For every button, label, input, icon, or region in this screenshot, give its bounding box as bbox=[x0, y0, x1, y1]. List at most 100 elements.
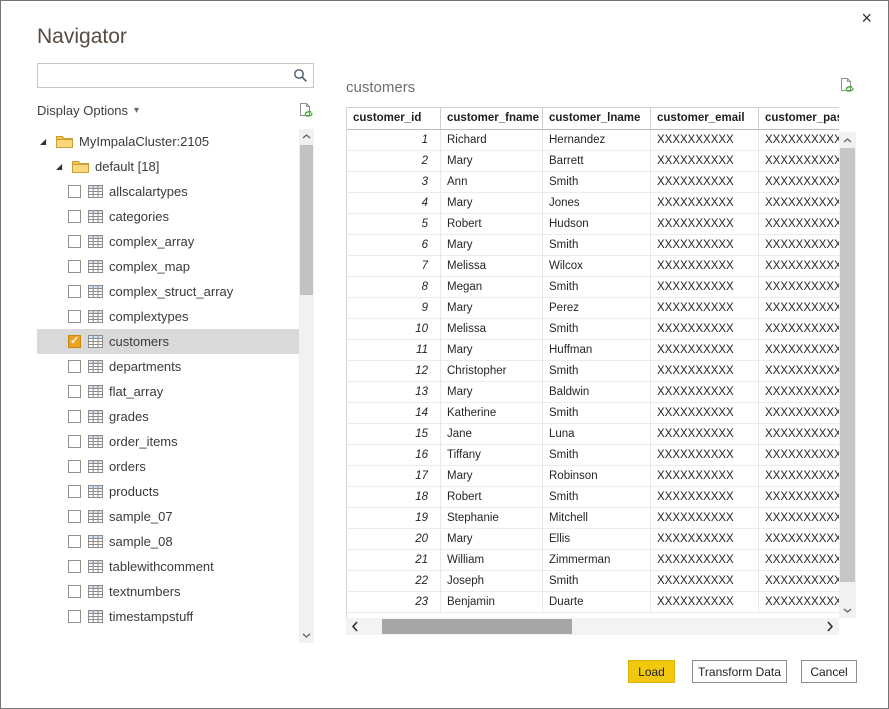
item-checkbox[interactable] bbox=[68, 610, 81, 623]
table-cell: XXXXXXXXXX bbox=[651, 256, 759, 276]
tree-item[interactable]: complextypes bbox=[37, 304, 299, 329]
cancel-button[interactable]: Cancel bbox=[801, 660, 857, 683]
tree-item[interactable]: categories bbox=[37, 204, 299, 229]
tree-item[interactable]: complex_array bbox=[37, 229, 299, 254]
tree-item[interactable]: allscalartypes bbox=[37, 179, 299, 204]
item-checkbox[interactable] bbox=[68, 210, 81, 223]
tree-item[interactable]: tablewithcomment bbox=[37, 554, 299, 579]
item-checkbox[interactable] bbox=[68, 310, 81, 323]
table-icon bbox=[88, 535, 103, 548]
tree-item-label: sample_08 bbox=[109, 534, 173, 549]
table-row: 5 Robert Hudson XXXXXXXXXX XXXXXXXXXX bbox=[347, 214, 839, 235]
tree-node-database[interactable]: ◢ default [18] bbox=[37, 154, 299, 179]
item-checkbox[interactable] bbox=[68, 334, 81, 348]
tree-item[interactable]: customers bbox=[37, 329, 299, 354]
scroll-up-icon[interactable] bbox=[839, 132, 856, 148]
item-checkbox[interactable] bbox=[68, 285, 81, 298]
table-cell: Smith bbox=[543, 361, 651, 381]
item-checkbox[interactable] bbox=[68, 235, 81, 248]
table-icon bbox=[88, 485, 103, 498]
item-checkbox[interactable] bbox=[68, 535, 81, 548]
tree-item[interactable]: order_items bbox=[37, 429, 299, 454]
column-header-customer_id[interactable]: customer_id bbox=[347, 108, 441, 129]
tree-item[interactable]: complex_map bbox=[37, 254, 299, 279]
close-icon[interactable]: × bbox=[861, 9, 872, 27]
transform-data-button[interactable]: Transform Data bbox=[692, 660, 787, 683]
column-header-customer_fname[interactable]: customer_fname bbox=[441, 108, 543, 129]
tree-item[interactable]: grades bbox=[37, 404, 299, 429]
table-row: 23 Benjamin Duarte XXXXXXXXXX XXXXXXXXXX bbox=[347, 592, 839, 613]
item-checkbox[interactable] bbox=[68, 260, 81, 273]
tree-scrollbar[interactable] bbox=[299, 129, 314, 643]
tree-item-label: products bbox=[109, 484, 159, 499]
item-checkbox[interactable] bbox=[68, 185, 81, 198]
table-vertical-scrollbar[interactable] bbox=[839, 132, 856, 618]
folder-icon bbox=[56, 135, 73, 148]
expander-icon[interactable]: ◢ bbox=[40, 137, 52, 146]
table-row: 3 Ann Smith XXXXXXXXXX XXXXXXXXXX bbox=[347, 172, 839, 193]
scroll-right-icon[interactable] bbox=[821, 618, 839, 635]
tree-item-label: complex_array bbox=[109, 234, 195, 249]
scroll-up-icon[interactable] bbox=[299, 129, 314, 144]
scroll-down-icon[interactable] bbox=[299, 628, 314, 643]
tree-item[interactable]: sample_07 bbox=[37, 504, 299, 529]
table-cell: 12 bbox=[347, 361, 441, 381]
item-checkbox[interactable] bbox=[68, 435, 81, 448]
item-checkbox[interactable] bbox=[68, 410, 81, 423]
table-cell: 10 bbox=[347, 319, 441, 339]
left-panel: Display Options ▾ ◢ MyImpalaCluster:2105… bbox=[37, 63, 314, 643]
table-cell: Katherine bbox=[441, 403, 543, 423]
item-checkbox[interactable] bbox=[68, 360, 81, 373]
table-cell: XXXXXXXXXX bbox=[651, 508, 759, 528]
scroll-down-icon[interactable] bbox=[839, 602, 856, 618]
search-input[interactable] bbox=[38, 64, 287, 87]
table-cell: 1 bbox=[347, 130, 441, 150]
table-cell: Luna bbox=[543, 424, 651, 444]
table-icon bbox=[88, 310, 103, 323]
table-cell: Perez bbox=[543, 298, 651, 318]
table-cell: Wilcox bbox=[543, 256, 651, 276]
tree-item-label: flat_array bbox=[109, 384, 164, 399]
table-cell: 15 bbox=[347, 424, 441, 444]
tree-item[interactable]: flat_array bbox=[37, 379, 299, 404]
item-checkbox[interactable] bbox=[68, 510, 81, 523]
expander-icon[interactable]: ◢ bbox=[56, 162, 68, 171]
table-cell: XXXXXXXXXX bbox=[759, 466, 839, 486]
refresh-preview-icon[interactable] bbox=[838, 77, 855, 93]
tree-item[interactable]: complex_struct_array bbox=[37, 279, 299, 304]
column-header-customer_lname[interactable]: customer_lname bbox=[543, 108, 651, 129]
tree-item[interactable]: departments bbox=[37, 354, 299, 379]
table-row: 9 Mary Perez XXXXXXXXXX XXXXXXXXXX bbox=[347, 298, 839, 319]
load-button[interactable]: Load bbox=[628, 660, 675, 683]
item-checkbox[interactable] bbox=[68, 485, 81, 498]
scroll-left-icon[interactable] bbox=[346, 618, 364, 635]
column-header-customer_email[interactable]: customer_email bbox=[651, 108, 759, 129]
tree-item[interactable]: timestampstuff bbox=[37, 604, 299, 629]
table-cell: Hudson bbox=[543, 214, 651, 234]
table-cell: XXXXXXXXXX bbox=[651, 193, 759, 213]
table-cell: 14 bbox=[347, 403, 441, 423]
item-checkbox[interactable] bbox=[68, 560, 81, 573]
table-cell: Tiffany bbox=[441, 445, 543, 465]
refresh-preview-icon[interactable] bbox=[297, 102, 314, 118]
column-header-customer_passw[interactable]: customer_passw bbox=[759, 108, 839, 129]
table-horizontal-scrollbar[interactable] bbox=[346, 618, 839, 635]
tree-item[interactable]: products bbox=[37, 479, 299, 504]
search-icon[interactable] bbox=[288, 64, 313, 87]
tree-node-label: MyImpalaCluster:2105 bbox=[79, 134, 210, 149]
tree-item[interactable]: textnumbers bbox=[37, 579, 299, 604]
item-checkbox[interactable] bbox=[68, 460, 81, 473]
scrollbar-thumb[interactable] bbox=[300, 145, 313, 295]
table-row: 22 Joseph Smith XXXXXXXXXX XXXXXXXXXX bbox=[347, 571, 839, 592]
display-options-label[interactable]: Display Options bbox=[37, 103, 128, 118]
scrollbar-thumb[interactable] bbox=[382, 619, 572, 634]
item-checkbox[interactable] bbox=[68, 385, 81, 398]
tree-item[interactable]: orders bbox=[37, 454, 299, 479]
tree-item[interactable]: sample_08 bbox=[37, 529, 299, 554]
table-cell: XXXXXXXXXX bbox=[651, 172, 759, 192]
item-checkbox[interactable] bbox=[68, 585, 81, 598]
tree-node-server[interactable]: ◢ MyImpalaCluster:2105 bbox=[37, 129, 299, 154]
tree-items-container: ◢ MyImpalaCluster:2105 ◢ default [18] al… bbox=[37, 129, 299, 643]
table-cell: XXXXXXXXXX bbox=[759, 172, 839, 192]
scrollbar-thumb[interactable] bbox=[840, 148, 855, 582]
